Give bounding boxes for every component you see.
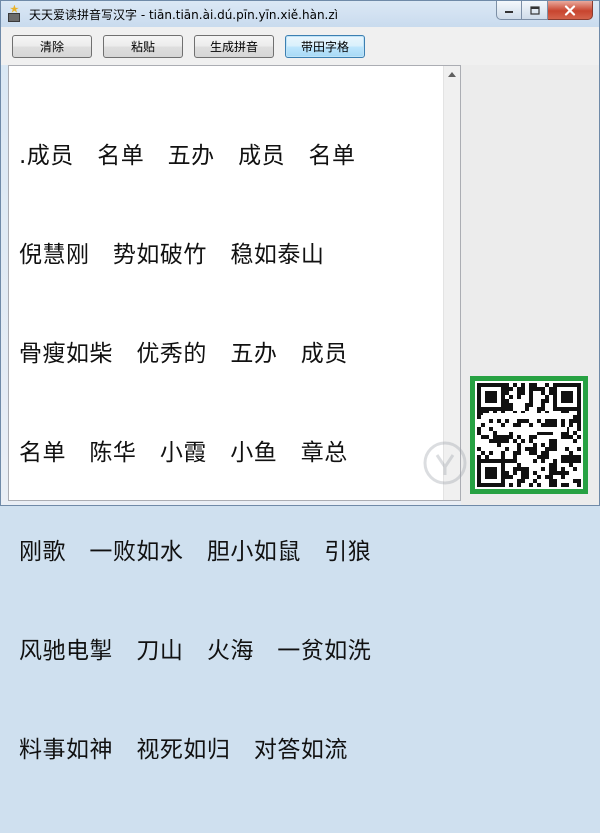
maximize-button[interactable] [522,1,548,20]
caption-buttons [496,1,593,20]
close-icon [564,4,576,16]
text-editor[interactable]: .成员 名单 五办 成员 名单 倪慧刚 势如破竹 稳如泰山 骨瘦如柴 优秀的 五… [8,65,461,763]
scroll-up-button[interactable] [444,66,460,83]
arrow-up-icon [448,72,456,77]
minimize-icon [505,11,513,13]
text-line: 倪慧刚 势如破竹 稳如泰山 [19,242,325,268]
qr-code-icon [477,383,581,487]
text-line: 风驰电掣 刀山 火海 一贫如洗 [19,638,372,664]
app-icon [8,5,20,22]
minimize-button[interactable] [496,1,522,20]
clear-button[interactable]: 清除 [12,35,92,58]
text-line: .成员 名单 五办 成员 名单 [19,143,356,169]
text-line: 刚歌 一败如水 胆小如鼠 引狼 [19,539,372,565]
qr-code [470,376,588,494]
text-line: 骨瘦如柴 优秀的 五办 成员 [19,341,348,367]
maximize-icon [529,5,540,15]
vertical-scrollbar[interactable] [443,66,460,500]
text-line: 料事如神 视死如归 对答如流 [19,737,348,763]
app-window: 天天爱读拼音写汉字 - tiān.tiān.ài.dú.pīn.yīn.xiě.… [0,0,600,763]
generate-pinyin-button[interactable]: 生成拼音 [194,35,274,58]
close-button[interactable] [548,1,593,20]
tianzige-button[interactable]: 带田字格 [285,35,365,58]
text-content[interactable]: .成员 名单 五办 成员 名单 倪慧刚 势如破竹 稳如泰山 骨瘦如柴 优秀的 五… [19,74,444,833]
paste-button[interactable]: 粘贴 [103,35,183,58]
toolbar: 清除 粘贴 生成拼音 带田字格 [1,27,599,65]
text-line: 名单 陈华 小霞 小鱼 章总 [19,440,348,466]
window-title: 天天爱读拼音写汉字 - tiān.tiān.ài.dú.pīn.yīn.xiě.… [29,8,338,22]
title-bar[interactable]: 天天爱读拼音写汉字 - tiān.tiān.ài.dú.pīn.yīn.xiě.… [1,1,599,27]
watermark-logo-icon [423,441,467,485]
